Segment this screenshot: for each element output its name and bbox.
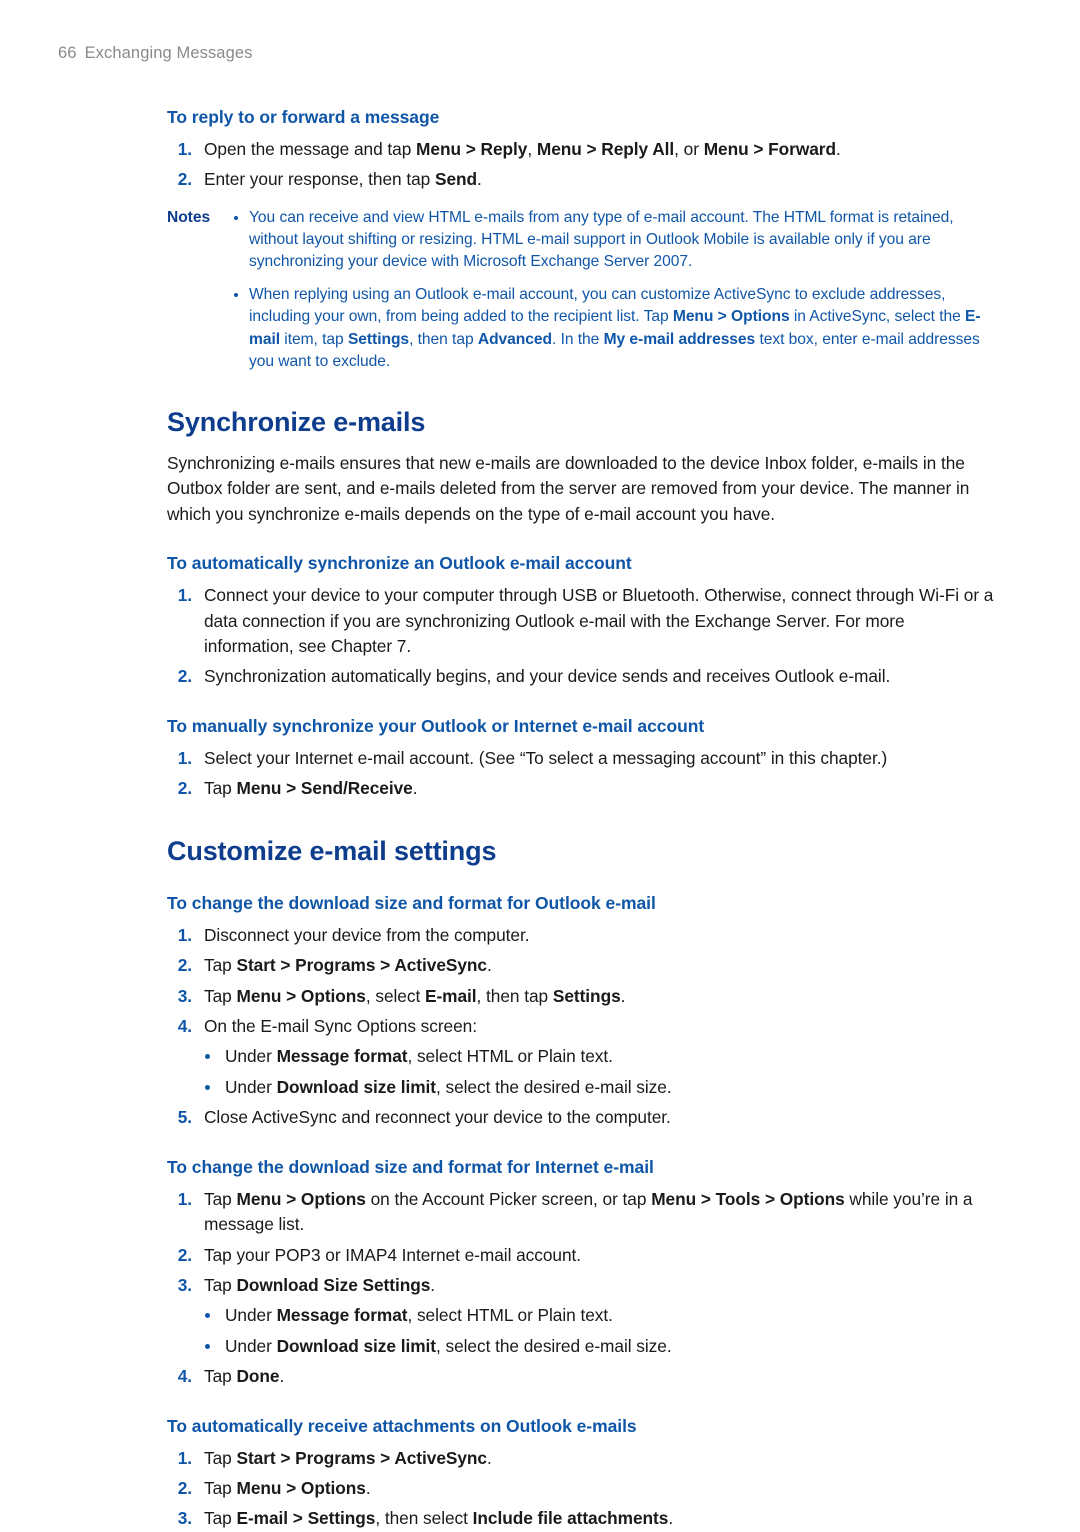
list-item: 2. Enter your response, then tap Send. [167,167,995,192]
step-text: Tap E-mail > Settings, then select Inclu… [204,1508,674,1529]
list-item: 1. Tap Menu > Options on the Account Pic… [167,1187,995,1238]
page-number: 66 [58,44,77,62]
step-marker: 2. [177,955,192,976]
list-item: 2. Synchronization automatically begins,… [167,664,995,689]
running-header: 66 Exchanging Messages [58,44,994,63]
step-marker: 3. [177,985,192,1006]
list-item: 4. Tap Done. [167,1364,995,1389]
bullet-dot-icon [205,1313,210,1319]
list-internet-download-steps-cont: 4. Tap Done. [167,1364,995,1389]
list-item: 3. Tap E-mail > Settings, then select In… [167,1506,995,1531]
step-marker: 5. [177,1107,192,1128]
step-text: Synchronization automatically begins, an… [204,666,891,687]
note-text: You can receive and view HTML e-mails fr… [249,208,954,271]
list-outlook-download-bullets: Under Message format, select HTML or Pla… [200,1044,995,1100]
list-outlook-download-steps: 1. Disconnect your device from the compu… [167,923,995,1040]
list-internet-download-steps: 1. Tap Menu > Options on the Account Pic… [167,1187,995,1299]
step-marker: 4. [177,1366,192,1387]
list-item: 1. Tap Start > Programs > ActiveSync. [167,1446,995,1471]
step-marker: 1. [177,924,192,945]
notes-block: Notes You can receive and view HTML e-ma… [167,207,995,373]
list-item: 2. Tap Menu > Send/Receive. [167,776,995,801]
chapter-title: Exchanging Messages [84,44,253,62]
step-text: Tap Menu > Options on the Account Picker… [204,1188,973,1235]
list-item: Under Message format, select HTML or Pla… [200,1303,995,1328]
list-item: 1. Select your Internet e-mail account. … [167,746,995,771]
heading-auto-sync-outlook: To automatically synchronize an Outlook … [167,553,632,574]
step-marker: 2. [177,666,192,687]
heading-outlook-download-size: To change the download size and format f… [167,892,656,913]
step-marker: 3. [177,1274,192,1295]
step-text: Disconnect your device from the computer… [204,924,530,945]
heading-manual-sync: To manually synchronize your Outlook or … [167,715,705,736]
step-marker: 1. [177,139,192,159]
list-item: 2. Tap your POP3 or IMAP4 Internet e-mai… [167,1243,995,1268]
bullet-text: Under Download size limit, select the de… [225,1076,672,1097]
list-manual-sync-steps: 1. Select your Internet e-mail account. … [167,746,995,802]
step-text: Tap your POP3 or IMAP4 Internet e-mail a… [204,1244,582,1265]
step-text: Select your Internet e-mail account. (Se… [204,747,888,768]
bullet-dot-icon [234,215,238,220]
bullet-dot-icon [205,1084,210,1090]
step-text: Connect your device to your computer thr… [204,585,994,656]
step-marker: 2. [177,1478,192,1499]
step-text: Tap Start > Programs > ActiveSync. [204,1447,492,1468]
bullet-text: Under Message format, select HTML or Pla… [225,1046,613,1067]
step-marker: 4. [177,1015,192,1036]
list-internet-download-bullets: Under Message format, select HTML or Pla… [200,1303,995,1359]
list-item: Under Download size limit, select the de… [200,1075,995,1100]
list-item: 1. Open the message and tap Menu > Reply… [167,137,995,162]
step-marker: 1. [177,585,192,606]
bullet-text: Under Message format, select HTML or Pla… [225,1305,613,1326]
heading-customize-email-settings: Customize e-mail settings [167,835,497,866]
list-item: 1. Connect your device to your computer … [167,583,995,659]
list-item: 2. Tap Start > Programs > ActiveSync. [167,953,995,978]
step-marker: 2. [177,169,192,190]
list-auto-sync-steps: 1. Connect your device to your computer … [167,583,995,690]
list-item: 3. Tap Menu > Options, select E-mail, th… [167,984,995,1009]
step-marker: 3. [177,1508,192,1529]
list-item: You can receive and view HTML e-mails fr… [232,207,995,273]
note-text: When replying using an Outlook e-mail ac… [249,286,981,370]
step-text: Tap Start > Programs > ActiveSync. [204,955,492,976]
step-marker: 2. [177,1244,192,1265]
step-text: Tap Download Size Settings. [204,1274,436,1295]
step-text: Open the message and tap Menu > Reply, M… [204,139,841,159]
step-marker: 1. [177,747,192,768]
heading-auto-attachments: To automatically receive attachments on … [167,1415,637,1436]
heading-synchronize-emails: Synchronize e-mails [167,406,426,437]
document-page: 66 Exchanging Messages To reply to or for… [0,0,1080,1528]
list-item: 3. Tap Download Size Settings. [167,1273,995,1298]
heading-internet-download-size: To change the download size and format f… [167,1156,654,1177]
bullet-dot-icon [234,293,238,298]
step-marker: 2. [177,778,192,799]
list-reply-forward-steps: 1. Open the message and tap Menu > Reply… [167,137,995,193]
list-item: Under Download size limit, select the de… [200,1334,995,1359]
list-item: Under Message format, select HTML or Pla… [200,1044,995,1069]
step-text: Tap Menu > Options, select E-mail, then … [204,985,626,1006]
list-item: 5. Close ActiveSync and reconnect your d… [167,1105,995,1130]
notes-label: Notes [167,208,211,226]
step-text: On the E-mail Sync Options screen: [204,1015,477,1036]
paragraph-synchronize-intro: Synchronizing e-mails ensures that new e… [167,452,970,524]
step-text: Tap Menu > Options. [204,1478,371,1499]
notes-list: Notes You can receive and view HTML e-ma… [167,207,995,373]
step-marker: 1. [177,1188,192,1209]
list-item: 4. On the E-mail Sync Options screen: [167,1014,995,1039]
step-marker: 1. [177,1447,192,1468]
list-outlook-download-steps-cont: 5. Close ActiveSync and reconnect your d… [167,1105,995,1130]
list-item: 1. Disconnect your device from the compu… [167,923,995,948]
step-text: Tap Menu > Send/Receive. [204,778,418,799]
list-auto-attachments-steps: 1. Tap Start > Programs > ActiveSync. 2.… [167,1446,995,1532]
step-text: Tap Done. [204,1366,285,1387]
list-item: When replying using an Outlook e-mail ac… [232,284,995,373]
bullet-dot-icon [205,1343,210,1349]
bullet-text: Under Download size limit, select the de… [225,1335,672,1356]
list-item: 2. Tap Menu > Options. [167,1476,995,1501]
step-text: Enter your response, then tap Send. [204,169,482,190]
content-column: To reply to or forward a message 1. Open… [167,107,995,1532]
step-text: Close ActiveSync and reconnect your devi… [204,1107,671,1128]
heading-reply-forward: To reply to or forward a message [167,107,440,127]
bullet-dot-icon [205,1054,210,1060]
